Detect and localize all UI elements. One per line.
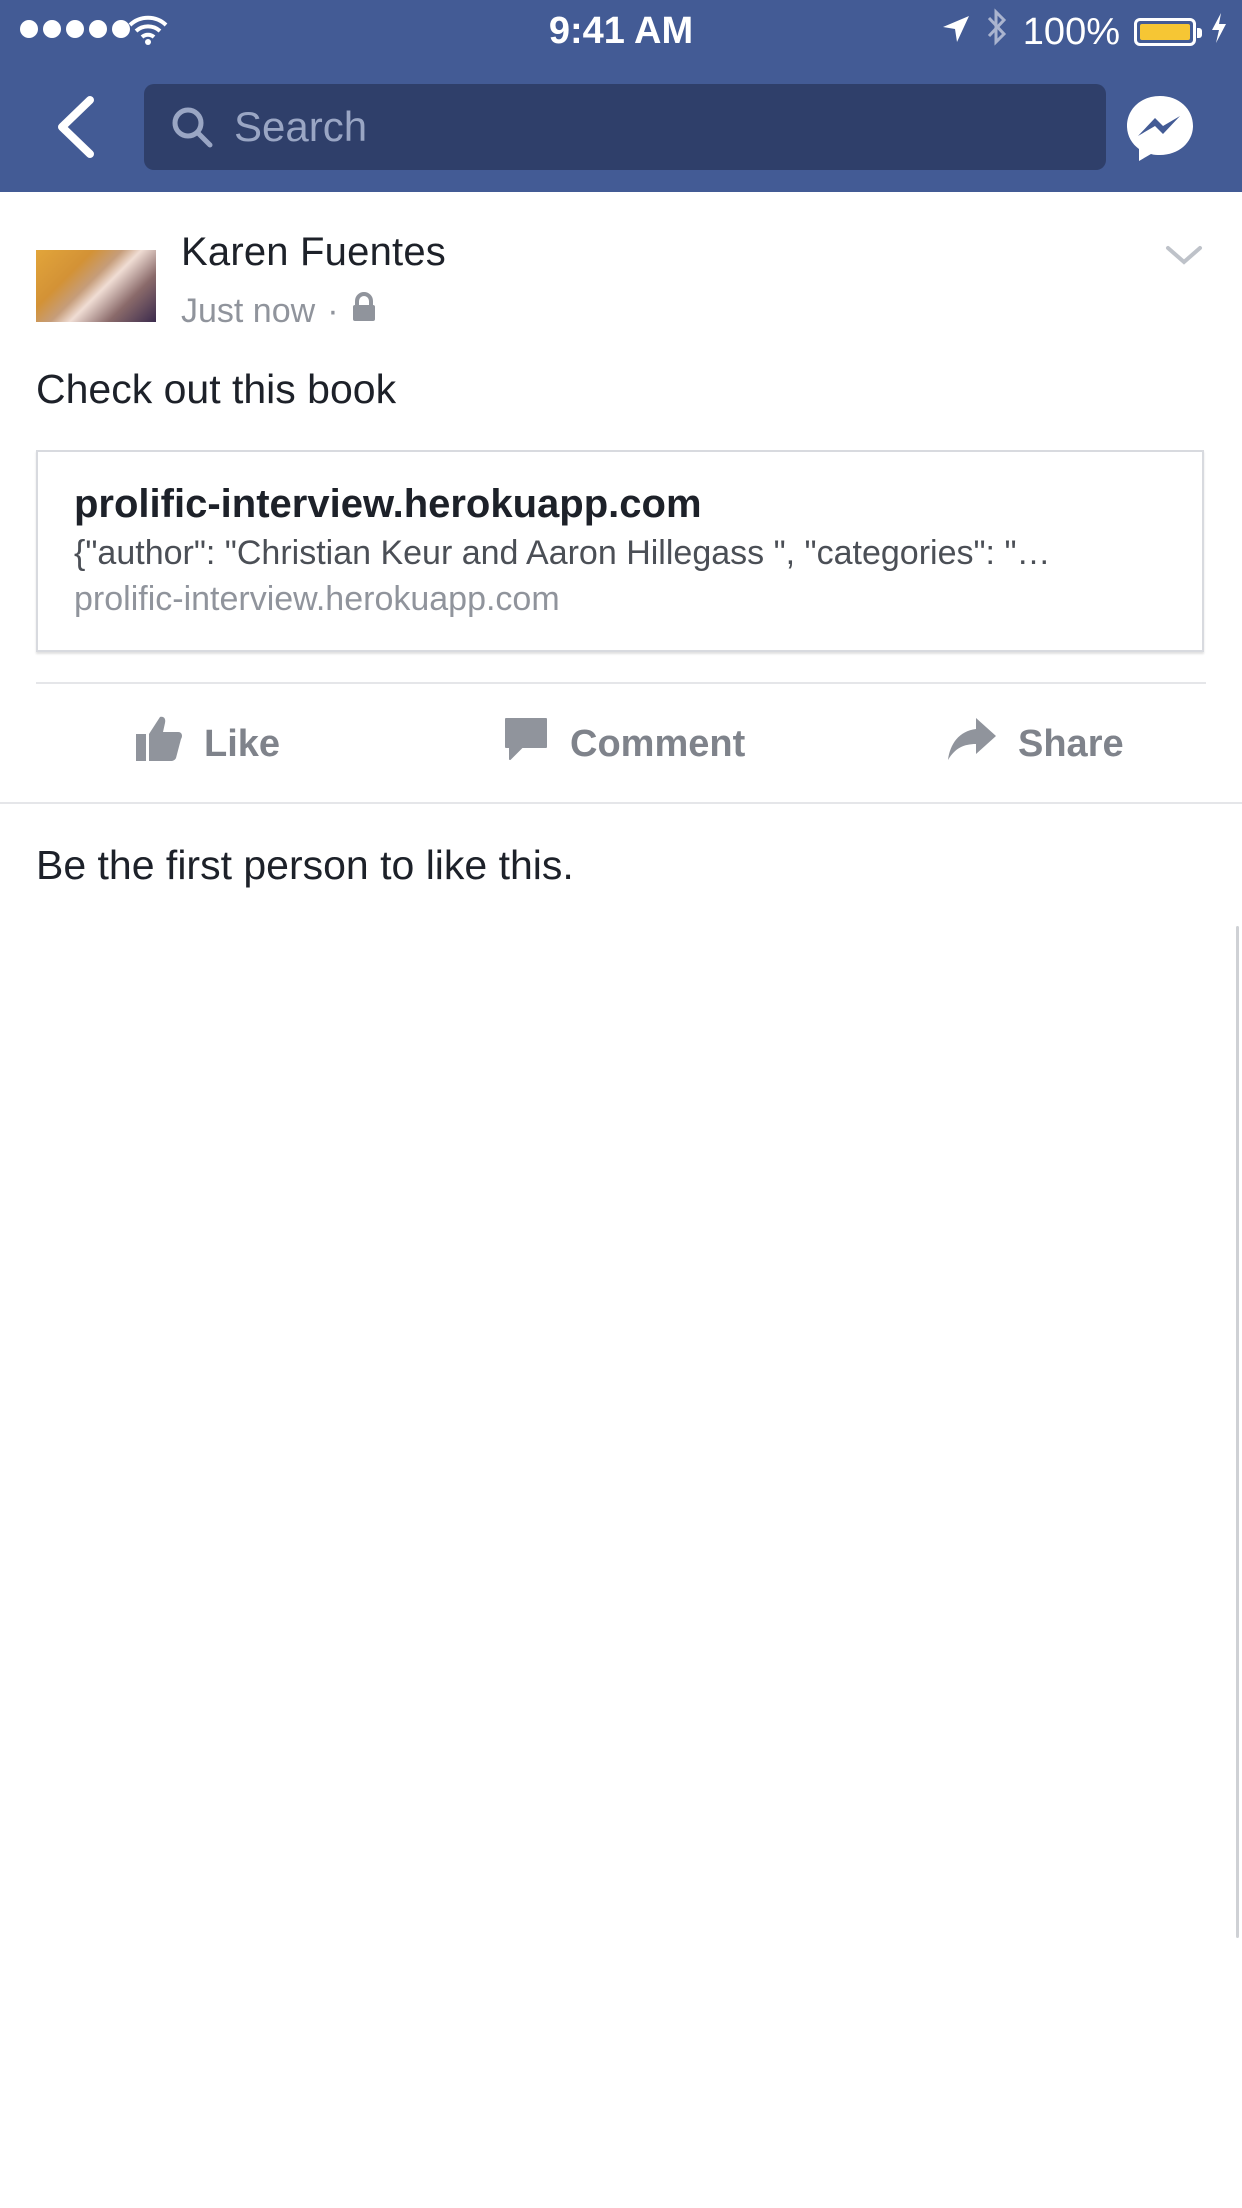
post-options-chevron-icon[interactable] <box>1162 240 1206 272</box>
avatar[interactable] <box>36 250 156 322</box>
status-bar: 9:41 AM 100% <box>0 0 1242 62</box>
share-label: Share <box>1018 722 1124 765</box>
meta-separator: · <box>327 292 339 330</box>
link-title: prolific-interview.herokuapp.com <box>74 482 702 526</box>
search-bar[interactable] <box>144 84 1106 170</box>
link-domain: prolific-interview.herokuapp.com <box>74 580 560 618</box>
messenger-icon[interactable] <box>1124 92 1196 164</box>
link-preview-card[interactable]: prolific-interview.herokuapp.com {"autho… <box>36 450 1204 652</box>
top-bar: 9:41 AM 100% <box>0 0 1242 192</box>
link-description: {"author": "Christian Keur and Aaron Hil… <box>74 534 1051 572</box>
search-icon <box>170 105 214 149</box>
share-button[interactable]: Share <box>946 686 1124 802</box>
post-meta: Just now · <box>181 292 377 331</box>
like-label: Like <box>204 722 281 765</box>
post-timestamp: Just now <box>181 292 316 330</box>
charging-bolt-icon <box>1210 11 1228 54</box>
location-arrow-icon <box>941 11 971 54</box>
search-input[interactable] <box>232 102 1056 152</box>
privacy-lock-icon[interactable] <box>351 292 377 331</box>
thumbs-up-icon <box>134 714 184 774</box>
battery-icon <box>1134 18 1202 46</box>
battery-percent: 100% <box>1022 10 1120 53</box>
scrollbar[interactable] <box>1236 926 1239 1938</box>
divider <box>0 802 1242 804</box>
author-name[interactable]: Karen Fuentes <box>181 230 446 275</box>
post-actions: Like Comment Share <box>0 686 1242 802</box>
post-header: Karen Fuentes Just now · <box>36 226 1206 346</box>
post-text: Check out this book <box>36 366 397 412</box>
comment-bubble-icon <box>502 715 550 773</box>
bluetooth-icon <box>985 8 1009 56</box>
share-arrow-icon <box>946 716 998 772</box>
divider <box>36 682 1206 684</box>
back-chevron-icon[interactable] <box>50 92 110 162</box>
comment-button[interactable]: Comment <box>502 686 745 802</box>
comment-label: Comment <box>570 722 746 765</box>
like-button[interactable]: Like <box>134 686 280 802</box>
likes-summary: Be the first person to like this. <box>36 842 574 888</box>
